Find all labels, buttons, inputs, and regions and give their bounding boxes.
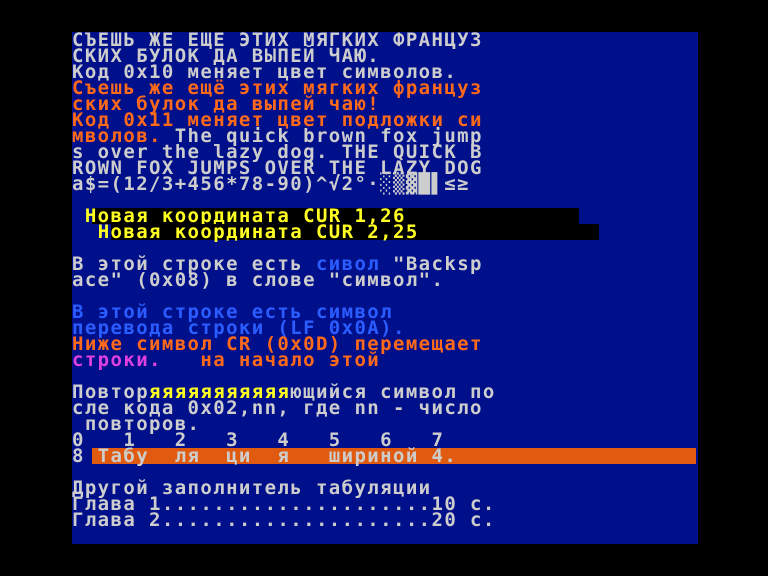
text-line: Новая координата CUR 2,25 [72,221,419,243]
spectrum-text-screen: СЪЕШЬ ЖЕ ЕЩЁ ЭТИХ МЯГКИХ ФРАНЦУЗ СКИХ БУЛ… [72,32,698,544]
text-segment: ace" (0x08) в слове "символ". [72,269,445,291]
text-line: строки. на начало этой [72,349,381,371]
text-segment: a$=(12/3+456*78-90)^√2°·░▒▓█▌≤≥ [72,173,471,195]
text-line: ace" (0x08) в слове "символ". [72,269,445,291]
text-line: 8 Табу ля ци я шириной 4. [72,445,483,467]
text-segment [72,221,98,243]
text-segment: Новая координата CUR 2,25 [97,221,419,243]
text-line: a$=(12/3+456*78-90)^√2°·░▒▓█▌≤≥ [72,173,471,195]
text-segment: Глава 2.....................20 с. [72,509,496,531]
text-segment: Табу ля ци я шириной 4. [84,445,483,467]
text-segment: 8 [72,445,85,467]
text-segment: строки. [72,349,162,371]
text-segment: на начало этой [161,349,381,371]
text-line: Глава 2.....................20 с. [72,509,496,531]
